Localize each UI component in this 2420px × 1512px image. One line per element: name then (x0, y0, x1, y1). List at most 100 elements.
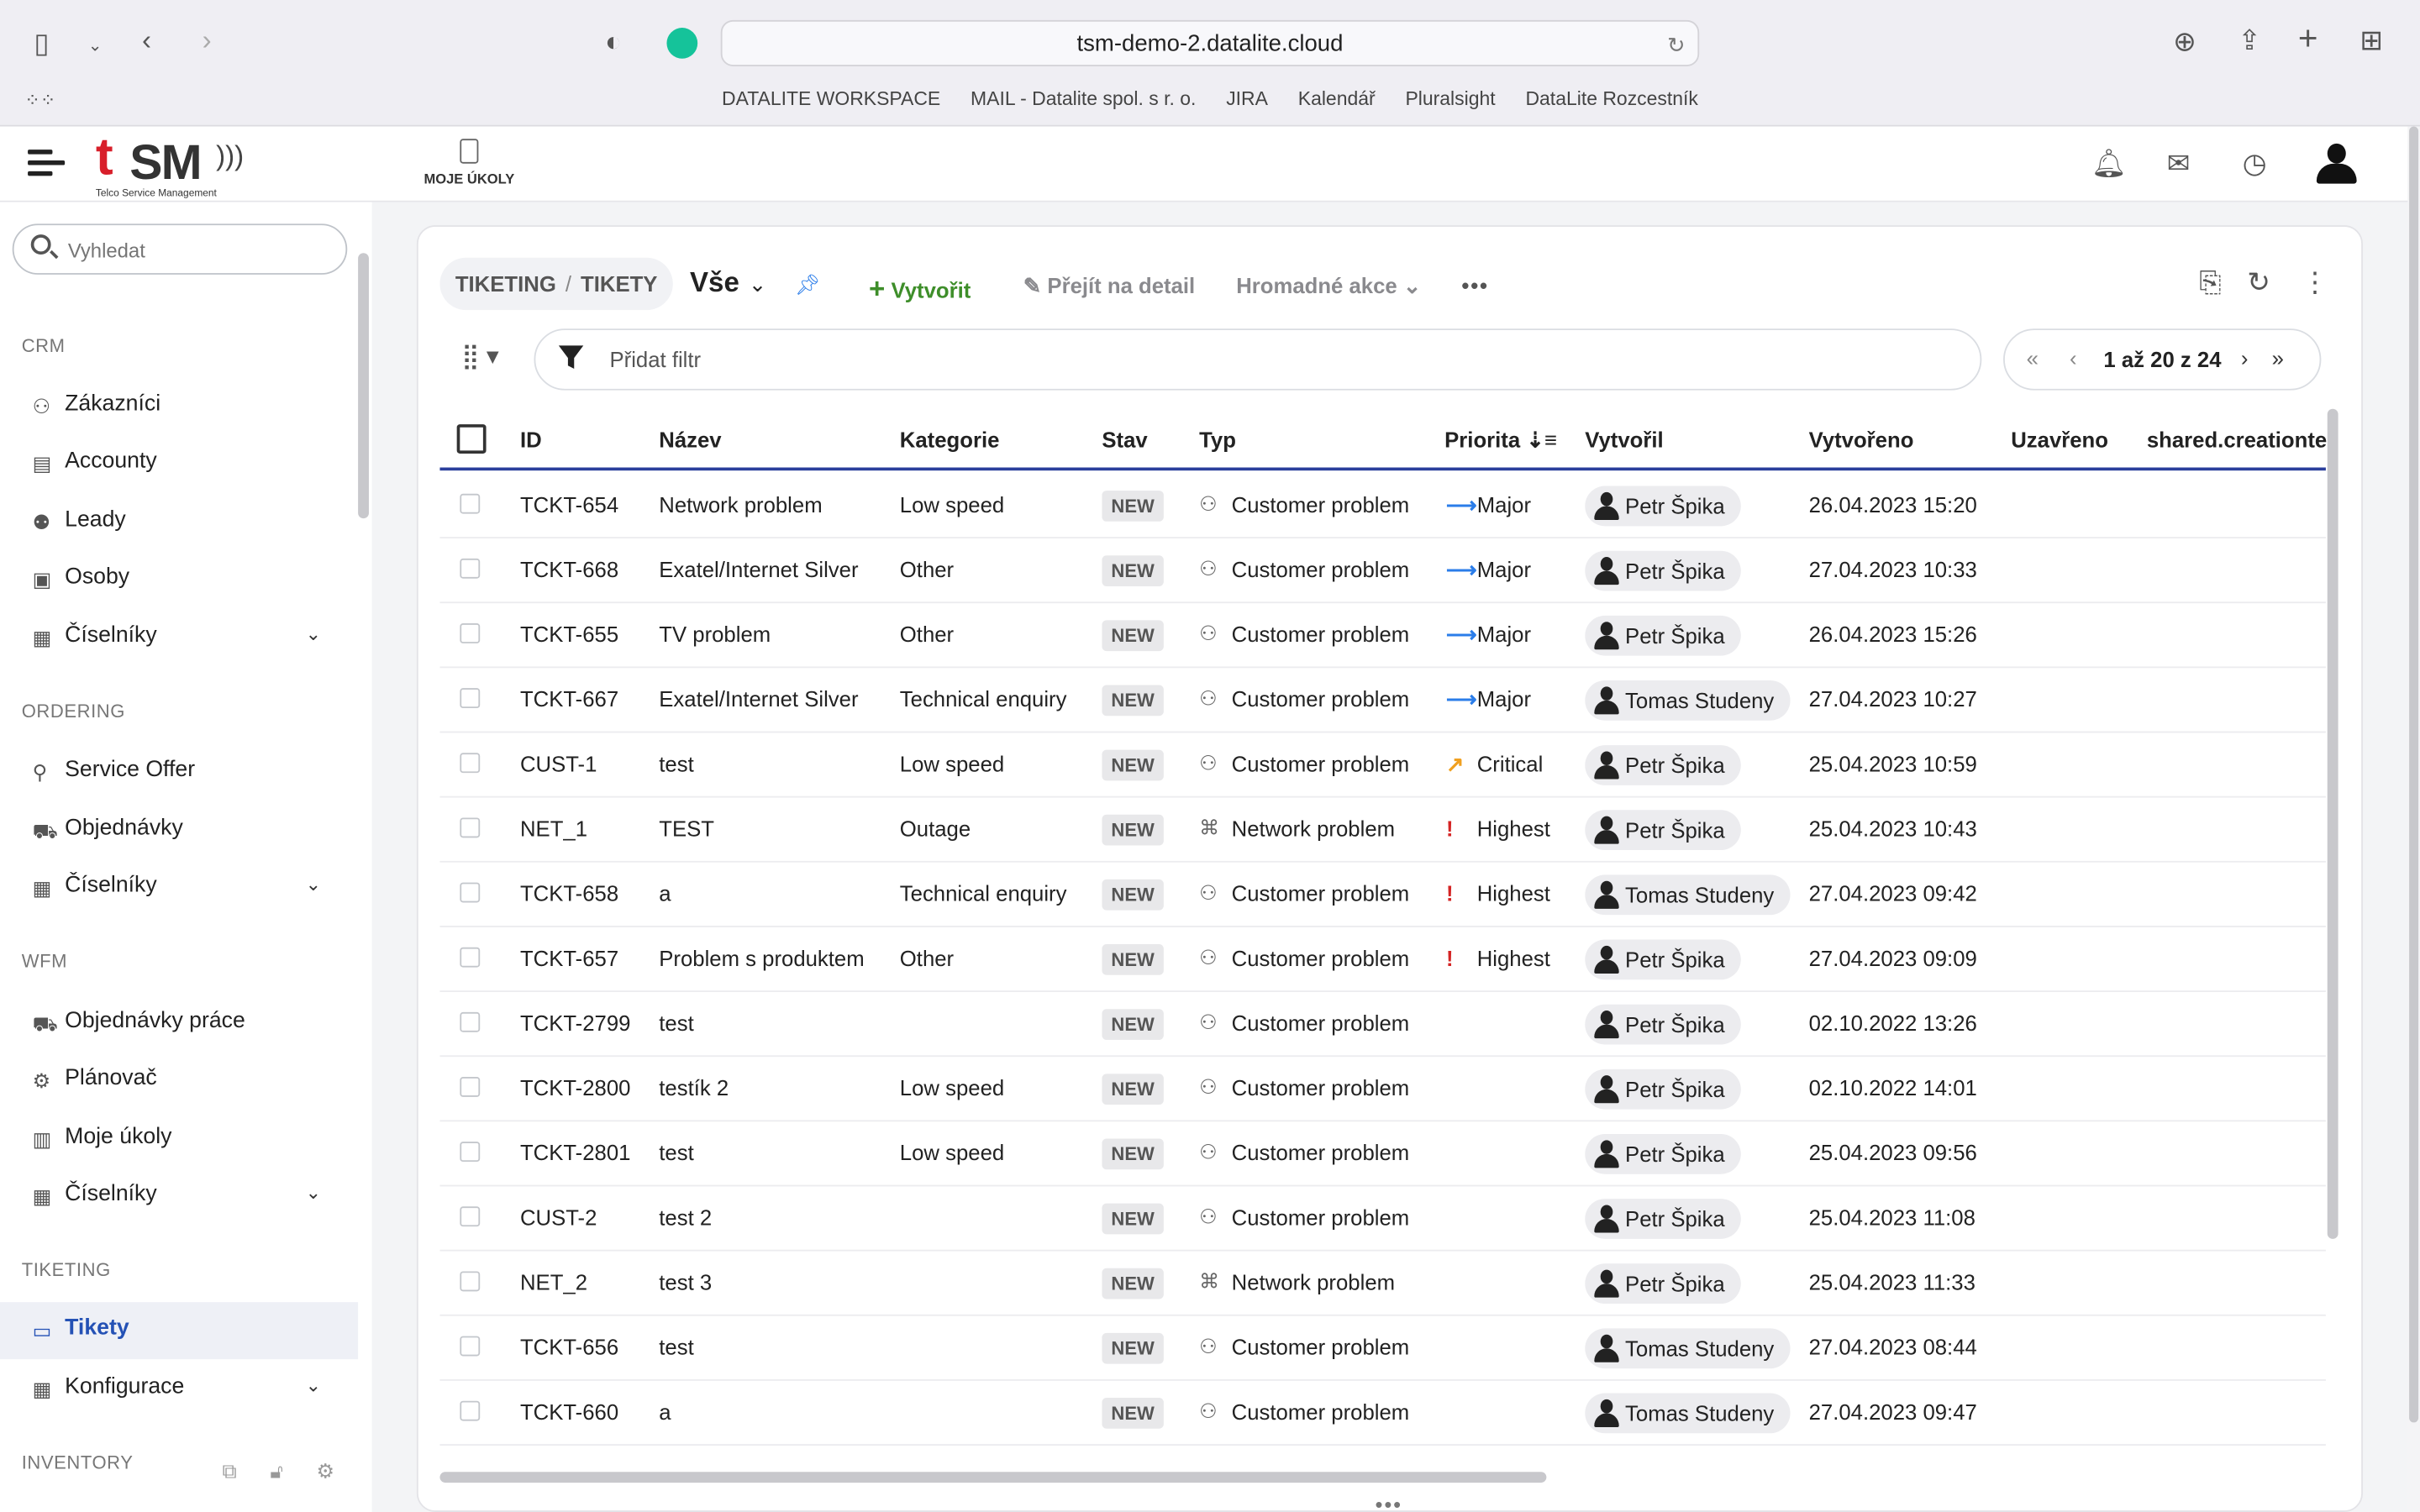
my-tasks-button[interactable]: MOJE ÚKOLY (413, 139, 524, 186)
creator-chip[interactable]: Petr Špika (1585, 1004, 1741, 1045)
search-input[interactable] (67, 234, 331, 265)
reload-icon[interactable]: ↻ (1667, 22, 1686, 68)
table-row[interactable]: CUST-1 test Low speed NEW ⚇ Customer problem ↗… (439, 732, 2326, 798)
column-header[interactable]: ID (520, 428, 542, 452)
resize-handle-icon[interactable]: ••• (1375, 1492, 1402, 1510)
column-header[interactable]: Vytvořeno (1809, 428, 1914, 452)
history-icon[interactable]: ◷ (2243, 148, 2267, 181)
next-page-icon[interactable]: › (2241, 345, 2249, 370)
column-header[interactable]: Priorita ⇣≡ (1444, 428, 1557, 454)
creator-chip[interactable]: Petr Špika (1585, 615, 1741, 656)
table-row[interactable]: NET_1 TEST Outage NEW ⌘ Network problem! Highe… (439, 798, 2326, 863)
row-checkbox[interactable] (460, 947, 481, 968)
copy-icon[interactable]: ⧉ (222, 1460, 236, 1484)
sidebar-toggle-icon[interactable]: ▯ (34, 29, 49, 57)
row-checkbox[interactable] (460, 558, 481, 579)
page-scrollbar[interactable] (2407, 126, 2420, 1512)
column-header[interactable]: shared.creationtes (2147, 428, 2339, 452)
sidebar-item-codelists-ordering[interactable]: ▦ Číselníky ⌄ (0, 859, 358, 916)
table-row[interactable]: TCKT-657 Problem s produktem Other NEW ⚇ Cust… (439, 927, 2326, 992)
creator-chip[interactable]: Tomas Studeny (1585, 1328, 1790, 1369)
select-all-checkbox[interactable] (456, 424, 487, 454)
sidebar-item-tickets[interactable]: ▭ Tikety (0, 1302, 359, 1360)
table-row[interactable]: TCKT-654 Network problem Low speed NEW ⚇ Cust… (439, 474, 2326, 539)
view-selector[interactable]: Vše ⌄ (690, 267, 766, 300)
creator-chip[interactable]: Petr Špika (1585, 1263, 1741, 1305)
table-row[interactable]: TCKT-660 a NEW ⚇ Customer problem Tomas Stude… (439, 1381, 2326, 1446)
sidebar-item-accounts[interactable]: ▤ Accounty (0, 435, 358, 492)
column-header[interactable]: Uzavřeno (2011, 428, 2108, 452)
new-tab-icon[interactable]: + (2298, 21, 2318, 55)
bookmark-item[interactable]: JIRA (1226, 88, 1268, 110)
refresh-icon[interactable]: ↻ (2247, 267, 2270, 300)
sidebar-item-codelists-wfm[interactable]: ▦ Číselníky ⌄ (0, 1168, 358, 1225)
excel-export-icon[interactable]: ⎘ (2199, 267, 2221, 300)
sidebar-item-service-offer[interactable]: ⚲ Service Offer (0, 743, 358, 801)
row-checkbox[interactable] (460, 1271, 481, 1292)
sidebar-item-orders[interactable]: ⛟ Objednávky (0, 802, 358, 859)
shield-icon[interactable]: ◐ (605, 28, 622, 55)
column-header[interactable]: Název (659, 428, 721, 452)
creator-chip[interactable]: Petr Špika (1585, 1199, 1741, 1239)
create-button[interactable]: + Vytvořit (869, 273, 971, 306)
bookmark-item[interactable]: DATALITE WORKSPACE (722, 88, 940, 110)
row-checkbox[interactable] (460, 1077, 481, 1097)
creator-chip[interactable]: Petr Špika (1585, 486, 1741, 527)
column-header[interactable]: Kategorie (900, 428, 1000, 452)
row-checkbox[interactable] (460, 1206, 481, 1227)
creator-chip[interactable]: Petr Špika (1585, 550, 1741, 591)
creator-chip[interactable]: Petr Špika (1585, 745, 1741, 785)
creator-chip[interactable]: Tomas Studeny (1585, 680, 1790, 721)
lock-icon[interactable]: 🔓︎ (270, 1460, 282, 1484)
tsm-logo[interactable]: t SM ))) Telco Service Management (92, 128, 247, 201)
table-row[interactable]: TCKT-2800 testík 2 Low speed NEW ⚇ Customer p… (439, 1057, 2326, 1122)
table-row[interactable]: CUST-2 test 2 NEW ⚇ Customer problem Petr Špi… (439, 1186, 2326, 1252)
bookmark-item[interactable]: Kalendář (1298, 88, 1376, 110)
address-bar[interactable]: tsm-demo-2.datalite.cloud ↻ (720, 19, 1700, 68)
row-checkbox[interactable] (460, 1336, 481, 1357)
sidebar-item-planner[interactable]: ⚙ Plánovač (0, 1053, 358, 1110)
table-row[interactable]: TCKT-2799 test NEW ⚇ Customer problem Petr Šp… (439, 992, 2326, 1058)
sidebar-search[interactable] (12, 223, 348, 275)
avatar[interactable] (2316, 143, 2357, 184)
row-checkbox[interactable] (460, 493, 481, 514)
forward-icon[interactable]: › (203, 26, 212, 54)
creator-chip[interactable]: Petr Špika (1585, 1133, 1741, 1174)
download-icon[interactable]: ⊕ (2173, 28, 2196, 55)
sidebar-item-customers[interactable]: ⚇ Zákazníci (0, 378, 358, 435)
creator-chip[interactable]: Petr Špika (1585, 939, 1741, 980)
table-row[interactable]: TCKT-658 a Technical enquiry NEW ⚇ Customer p… (439, 863, 2326, 927)
mail-icon[interactable]: ✉ (2167, 148, 2191, 181)
table-row[interactable]: TCKT-668 Exatel/Internet Silver Other NEW ⚇ C… (439, 538, 2326, 604)
back-icon[interactable]: ‹ (142, 26, 151, 54)
chevron-down-icon[interactable]: ⌄ (88, 33, 103, 60)
grammarly-icon[interactable] (666, 28, 698, 59)
filter-bar[interactable]: Přidat filtr (534, 328, 1982, 391)
table-row[interactable]: NET_2 test 3 NEW ⌘ Network problem Petr Špika… (439, 1252, 2326, 1316)
go-to-detail-button[interactable]: ✎ Přejít na detail (1023, 273, 1195, 299)
sidebar-item-configuration[interactable]: ▦ Konfigurace ⌄ (0, 1361, 358, 1418)
table-row[interactable]: TCKT-656 test NEW ⚇ Customer problem Tomas St… (439, 1316, 2326, 1381)
creator-chip[interactable]: Tomas Studeny (1585, 874, 1790, 916)
pin-icon[interactable]: 📌︎ (795, 273, 820, 297)
row-checkbox[interactable] (460, 753, 481, 774)
creator-chip[interactable]: Petr Špika (1585, 810, 1741, 851)
prev-page-icon[interactable]: ‹ (2070, 345, 2077, 370)
sidebar-item-work-orders[interactable]: ⛟ Objednávky práce (0, 995, 358, 1053)
row-checkbox[interactable] (460, 817, 481, 838)
breadcrumb-item[interactable]: TIKETING (455, 271, 556, 296)
sidebar-item-codelists-crm[interactable]: ▦ Číselníky ⌄ (0, 609, 358, 666)
table-row[interactable]: TCKT-655 TV problem Other NEW ⚇ Customer prob… (439, 603, 2326, 669)
table-vertical-scrollbar[interactable] (2327, 408, 2338, 1239)
creator-chip[interactable]: Tomas Studeny (1585, 1393, 1790, 1434)
row-checkbox[interactable] (460, 623, 481, 643)
table-row[interactable]: TCKT-667 Exatel/Internet Silver Technical … (439, 668, 2326, 733)
kebab-menu-icon[interactable]: ⋮ (2302, 267, 2329, 300)
sidebar-item-my-tasks[interactable]: ▥ Moje úkoly (0, 1110, 358, 1168)
bookmark-item[interactable]: MAIL - Datalite spol. s r. o. (971, 88, 1196, 110)
bulk-actions-button[interactable]: Hromadné akce ⌄ (1236, 273, 1421, 299)
sort-ascending-icon[interactable]: ⇣≡ (1526, 428, 1557, 452)
column-header[interactable]: Stav (1102, 428, 1147, 452)
share-icon[interactable]: ⇪ (2238, 26, 2261, 54)
column-settings-icon[interactable]: ⣿ ▾ (461, 341, 498, 372)
